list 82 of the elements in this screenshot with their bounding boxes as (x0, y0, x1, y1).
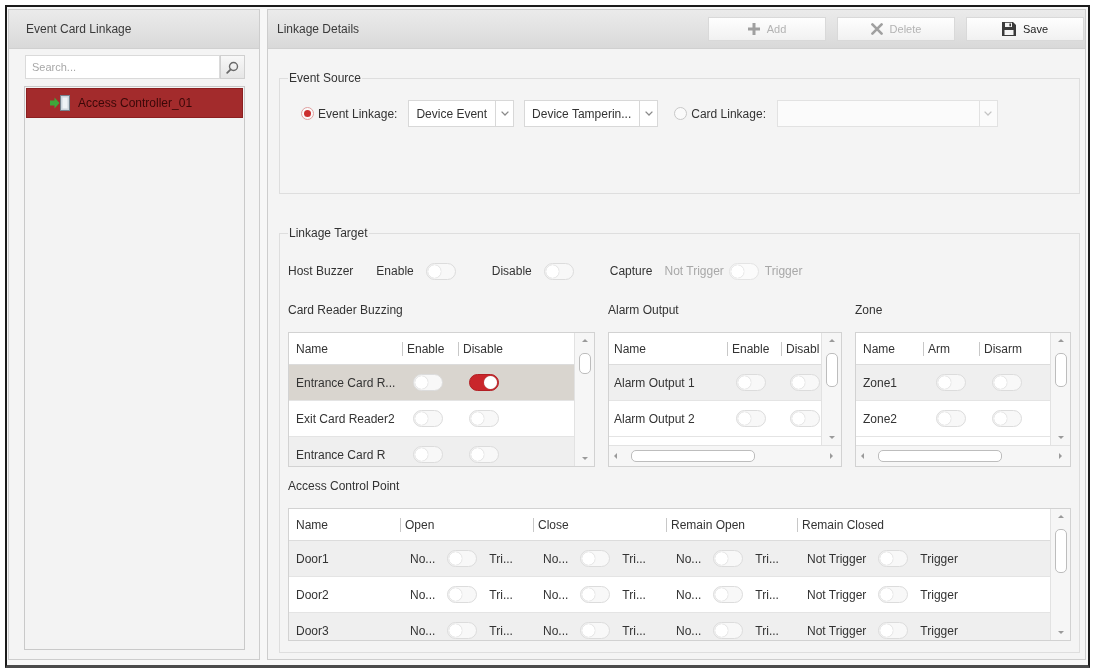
column-header: Close (533, 517, 666, 532)
group-title: Linkage Target (288, 226, 369, 240)
option-label: Tri... (622, 551, 646, 566)
option-label: No... (676, 623, 702, 638)
option-label: Trigger (920, 551, 958, 566)
radio-button[interactable] (301, 107, 314, 120)
option-label: No... (676, 587, 702, 602)
option-label: Not Trigger (807, 623, 867, 638)
cross-icon (870, 23, 883, 35)
option-label: Not Trigger (807, 587, 867, 602)
name-cell-text: Alarm Output 2 (613, 411, 696, 426)
option-label: Tri... (489, 551, 513, 566)
section-title: Zone (855, 303, 884, 317)
section-title: Card Reader Buzzing (288, 303, 404, 317)
option-label: Tri... (755, 623, 779, 638)
option-label: Card Linkage: (691, 106, 766, 121)
section-title: Access Control Point (288, 479, 401, 493)
name-cell-text: Door1 (295, 551, 330, 566)
vertical-scrollbar[interactable] (1050, 509, 1070, 640)
column-header: Enable (727, 341, 781, 356)
column-header: Name (295, 517, 329, 532)
plus-icon (747, 23, 760, 35)
dropdown[interactable]: Device Event (408, 100, 515, 127)
chevron-down-icon (984, 111, 993, 116)
option-label: Trigger (920, 587, 958, 602)
field-label: Capture (609, 264, 653, 278)
column-header: Arm (923, 341, 979, 356)
table-row[interactable]: Entrance Card R... (289, 365, 574, 401)
search-icon (226, 60, 240, 74)
name-cell-text: Zone1 (862, 375, 899, 390)
option-label: Event Linkage: (318, 106, 398, 121)
column-header: Enable (402, 341, 458, 356)
name-cell-text: Entrance Card R... (295, 375, 397, 390)
radio-button[interactable] (674, 107, 688, 120)
column-header: Open (400, 517, 533, 532)
search-button[interactable] (220, 55, 245, 79)
name-cell-text: Alarm Output 1 (613, 375, 696, 390)
option-label: Enable (376, 264, 414, 278)
option-label: Trigger (920, 623, 958, 638)
vertical-scrollbar[interactable] (821, 333, 841, 445)
section-title: Alarm Output (608, 303, 680, 317)
option-label: Not Trigger (807, 551, 867, 566)
option-label: Tri... (622, 587, 646, 602)
group-title: Event Source (288, 71, 363, 85)
option-label: Tri... (489, 623, 513, 638)
horizontal-scrollbar[interactable] (856, 445, 1070, 466)
option-label: Disable (491, 264, 532, 278)
column-header: Name (613, 341, 647, 356)
option-label: No... (543, 551, 569, 566)
column-header: Remain Open (666, 517, 797, 532)
name-cell-text: Door3 (295, 623, 330, 638)
option-label: No... (410, 551, 436, 566)
option-label: Tri... (622, 623, 646, 638)
dropdown[interactable]: Device Tamperin... (524, 100, 659, 127)
name-cell-text: Exit Card Reader2 (295, 411, 396, 426)
door-arrow-icon (50, 95, 70, 111)
vertical-scrollbar[interactable] (1050, 333, 1070, 445)
option-label: Tri... (489, 587, 513, 602)
option-label: No... (410, 587, 436, 602)
column-header: Name (295, 341, 329, 356)
name-cell-text: Entrance Card R (295, 447, 387, 462)
option-label: No... (543, 623, 569, 638)
option-label: Tri... (755, 551, 779, 566)
horizontal-scrollbar[interactable] (609, 445, 841, 466)
vertical-scrollbar[interactable] (574, 333, 594, 466)
name-cell-text: Zone2 (862, 411, 899, 426)
option-label: No... (543, 587, 569, 602)
option-label: No... (410, 623, 436, 638)
save-button[interactable]: Save (966, 17, 1084, 41)
panel-title: Linkage Details (277, 22, 360, 36)
option-label: Not Trigger (664, 264, 724, 278)
option-label: Trigger (764, 264, 803, 278)
field-label: Host Buzzer (288, 264, 354, 278)
chevron-down-icon (500, 111, 509, 116)
search-field[interactable]: Search... (25, 55, 221, 79)
option-label: Tri... (755, 587, 779, 602)
name-cell-text: Door2 (295, 587, 330, 602)
chevron-down-icon (644, 111, 653, 116)
option-label: No... (676, 551, 702, 566)
toggle-switch[interactable] (469, 374, 499, 391)
column-header: Name (862, 341, 896, 356)
panel-title: Event Card Linkage (26, 22, 132, 36)
